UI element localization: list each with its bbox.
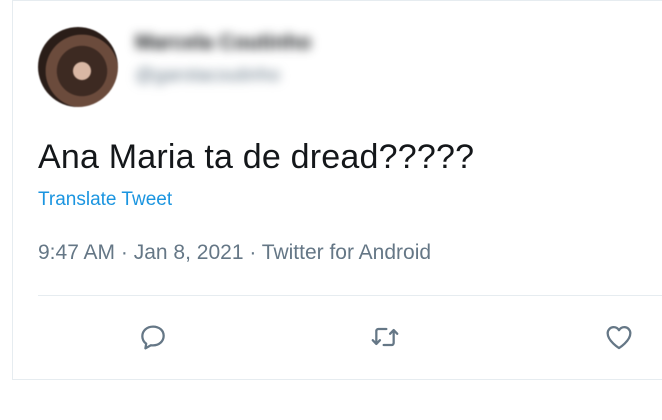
reply-icon [141, 325, 165, 350]
meta-separator: · [243, 241, 262, 264]
like-button[interactable] [599, 317, 639, 357]
divider [38, 295, 662, 296]
tweet-time[interactable]: 9:47 AM [38, 241, 115, 264]
tweet-source[interactable]: Twitter for Android [262, 241, 431, 264]
reply-button[interactable] [133, 317, 173, 357]
translate-tweet-link[interactable]: Translate Tweet [38, 189, 172, 211]
page: Marcela Coutinho @garotacoutinho Ana Mar… [0, 0, 662, 420]
retweet-icon [371, 327, 399, 347]
meta-separator: · [115, 241, 134, 264]
retweet-button[interactable] [365, 317, 405, 357]
author-handle[interactable]: @garotacoutinho [135, 65, 280, 87]
tweet-text: Ana Maria ta de dread????? [38, 138, 475, 176]
heart-icon [606, 326, 632, 350]
author-name[interactable]: Marcela Coutinho [135, 31, 311, 55]
avatar[interactable] [38, 27, 118, 107]
tweet-meta: 9:47 AM · Jan 8, 2021 · Twitter for Andr… [38, 241, 431, 265]
tweet-date[interactable]: Jan 8, 2021 [134, 241, 244, 264]
tweet-card: Marcela Coutinho @garotacoutinho Ana Mar… [12, 0, 662, 380]
